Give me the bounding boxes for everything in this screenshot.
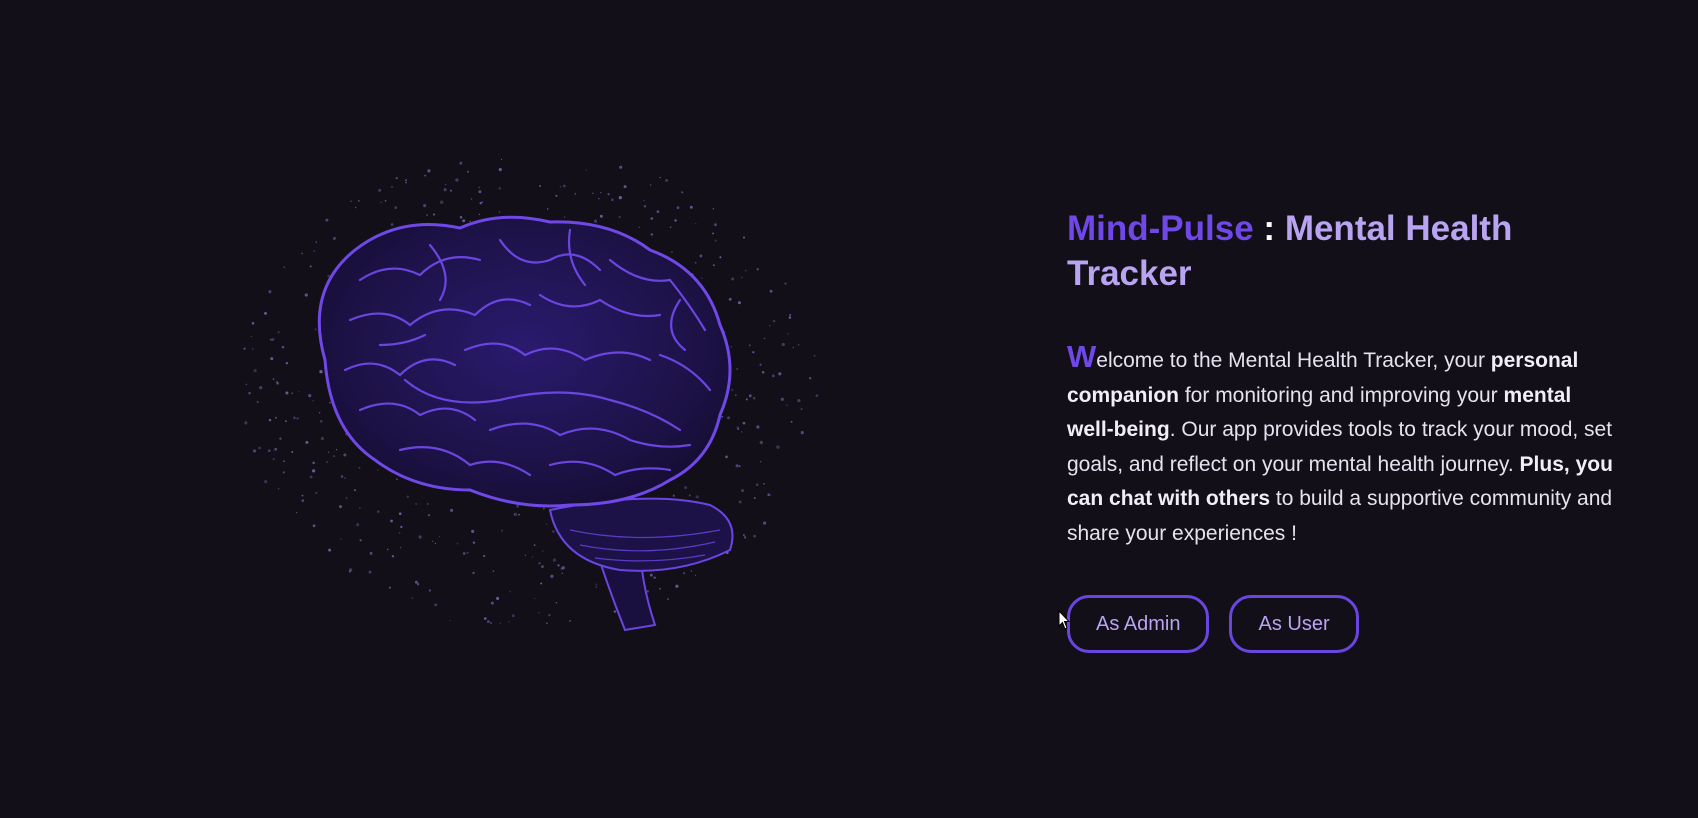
mouse-cursor-icon: [1058, 610, 1070, 630]
page-title: Mind-Pulse : Mental Health Tracker: [1067, 206, 1622, 296]
brand-name: Mind-Pulse: [1067, 209, 1254, 248]
desc-text-1: elcome to the Mental Health Tracker, you…: [1096, 349, 1491, 372]
login-options: As Admin As User: [1067, 595, 1622, 653]
title-separator: :: [1263, 209, 1276, 248]
desc-text-2: for monitoring and improving your: [1179, 383, 1504, 407]
dropcap-letter: W: [1067, 339, 1097, 374]
landing-page: Mind-Pulse : Mental Health Tracker Welco…: [0, 0, 1698, 818]
brain-particles-icon: [200, 110, 920, 710]
as-admin-button[interactable]: As Admin: [1067, 595, 1210, 653]
intro-description: Welcome to the Mental Health Tracker, yo…: [1067, 339, 1622, 551]
intro-section: Mind-Pulse : Mental Health Tracker Welco…: [1067, 206, 1622, 653]
as-user-button[interactable]: As User: [1229, 595, 1359, 653]
